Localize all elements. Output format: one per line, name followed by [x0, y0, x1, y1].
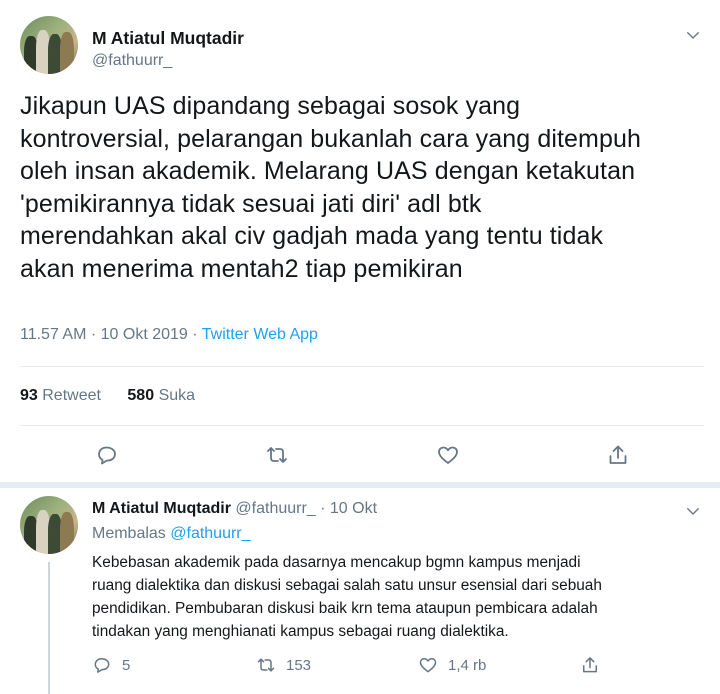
meta-separator: ·	[315, 500, 330, 517]
like-label: Suka	[158, 387, 196, 404]
heart-icon[interactable]	[433, 440, 463, 470]
avatar[interactable]	[20, 496, 78, 554]
retweet-icon	[257, 658, 275, 672]
chevron-down-icon[interactable]	[684, 26, 702, 44]
retweet-icon[interactable]	[262, 440, 292, 470]
reply-count: 5	[122, 656, 131, 674]
avatar[interactable]	[20, 16, 78, 74]
main-tweet: M Atiatul Muqtadir @fathuurr_ Jikapun UA…	[0, 0, 720, 488]
divider	[20, 425, 704, 426]
reply-icon[interactable]	[92, 440, 122, 470]
share-icon[interactable]	[603, 440, 633, 470]
share-action[interactable]	[580, 652, 610, 678]
replying-prefix: Membalas	[92, 525, 171, 542]
retweet-count: 153	[286, 656, 312, 674]
engagement-stats: 93 Retweet 580 Suka	[20, 387, 217, 405]
thread-line	[48, 562, 50, 694]
like-count: 1,4 rb	[448, 656, 487, 674]
author-name[interactable]: M Atiatul Muqtadir	[92, 28, 244, 49]
replying-to: Membalas @fathuurr_	[92, 525, 251, 543]
meta-separator: ·	[187, 326, 202, 343]
tweet-date[interactable]: 10 Okt 2019	[101, 326, 188, 343]
meta-separator: ·	[86, 326, 101, 343]
reply-author-handle[interactable]: @fathuurr_	[235, 500, 315, 517]
retweet-action[interactable]: 153	[256, 652, 311, 678]
tweet-time[interactable]: 11.57 AM	[20, 326, 86, 343]
reply-author-name[interactable]: M Atiatul Muqtadir	[92, 500, 231, 517]
reply-action[interactable]: 5	[92, 652, 130, 678]
author-handle[interactable]: @fathuurr_	[92, 52, 172, 70]
reply-header: M Atiatul Muqtadir @fathuurr_ · 10 Okt	[92, 500, 377, 518]
tweet-source-link[interactable]: Twitter Web App	[202, 326, 318, 343]
reply-text: Kebebasan akademik pada dasarnya mencaku…	[92, 554, 602, 640]
retweet-label: Retweet	[42, 387, 101, 404]
share-icon	[583, 657, 597, 673]
tweet-text: Jikapun UAS dipandang sebagai sosok yang…	[20, 92, 641, 283]
retweet-stat[interactable]: 93 Retweet	[20, 387, 101, 405]
divider	[20, 366, 704, 367]
like-stat[interactable]: 580 Suka	[127, 387, 195, 405]
heart-icon	[419, 658, 437, 673]
like-count: 580	[127, 387, 155, 404]
reply-date[interactable]: 10 Okt	[330, 500, 377, 517]
retweet-count: 93	[20, 387, 38, 404]
tweet-metadata: 11.57 AM · 10 Okt 2019 · Twitter Web App	[20, 326, 318, 344]
replying-to-link[interactable]: @fathuurr_	[170, 525, 250, 542]
reply-icon	[94, 658, 110, 673]
chevron-down-icon[interactable]	[684, 502, 702, 520]
like-action[interactable]: 1,4 rb	[418, 652, 486, 678]
